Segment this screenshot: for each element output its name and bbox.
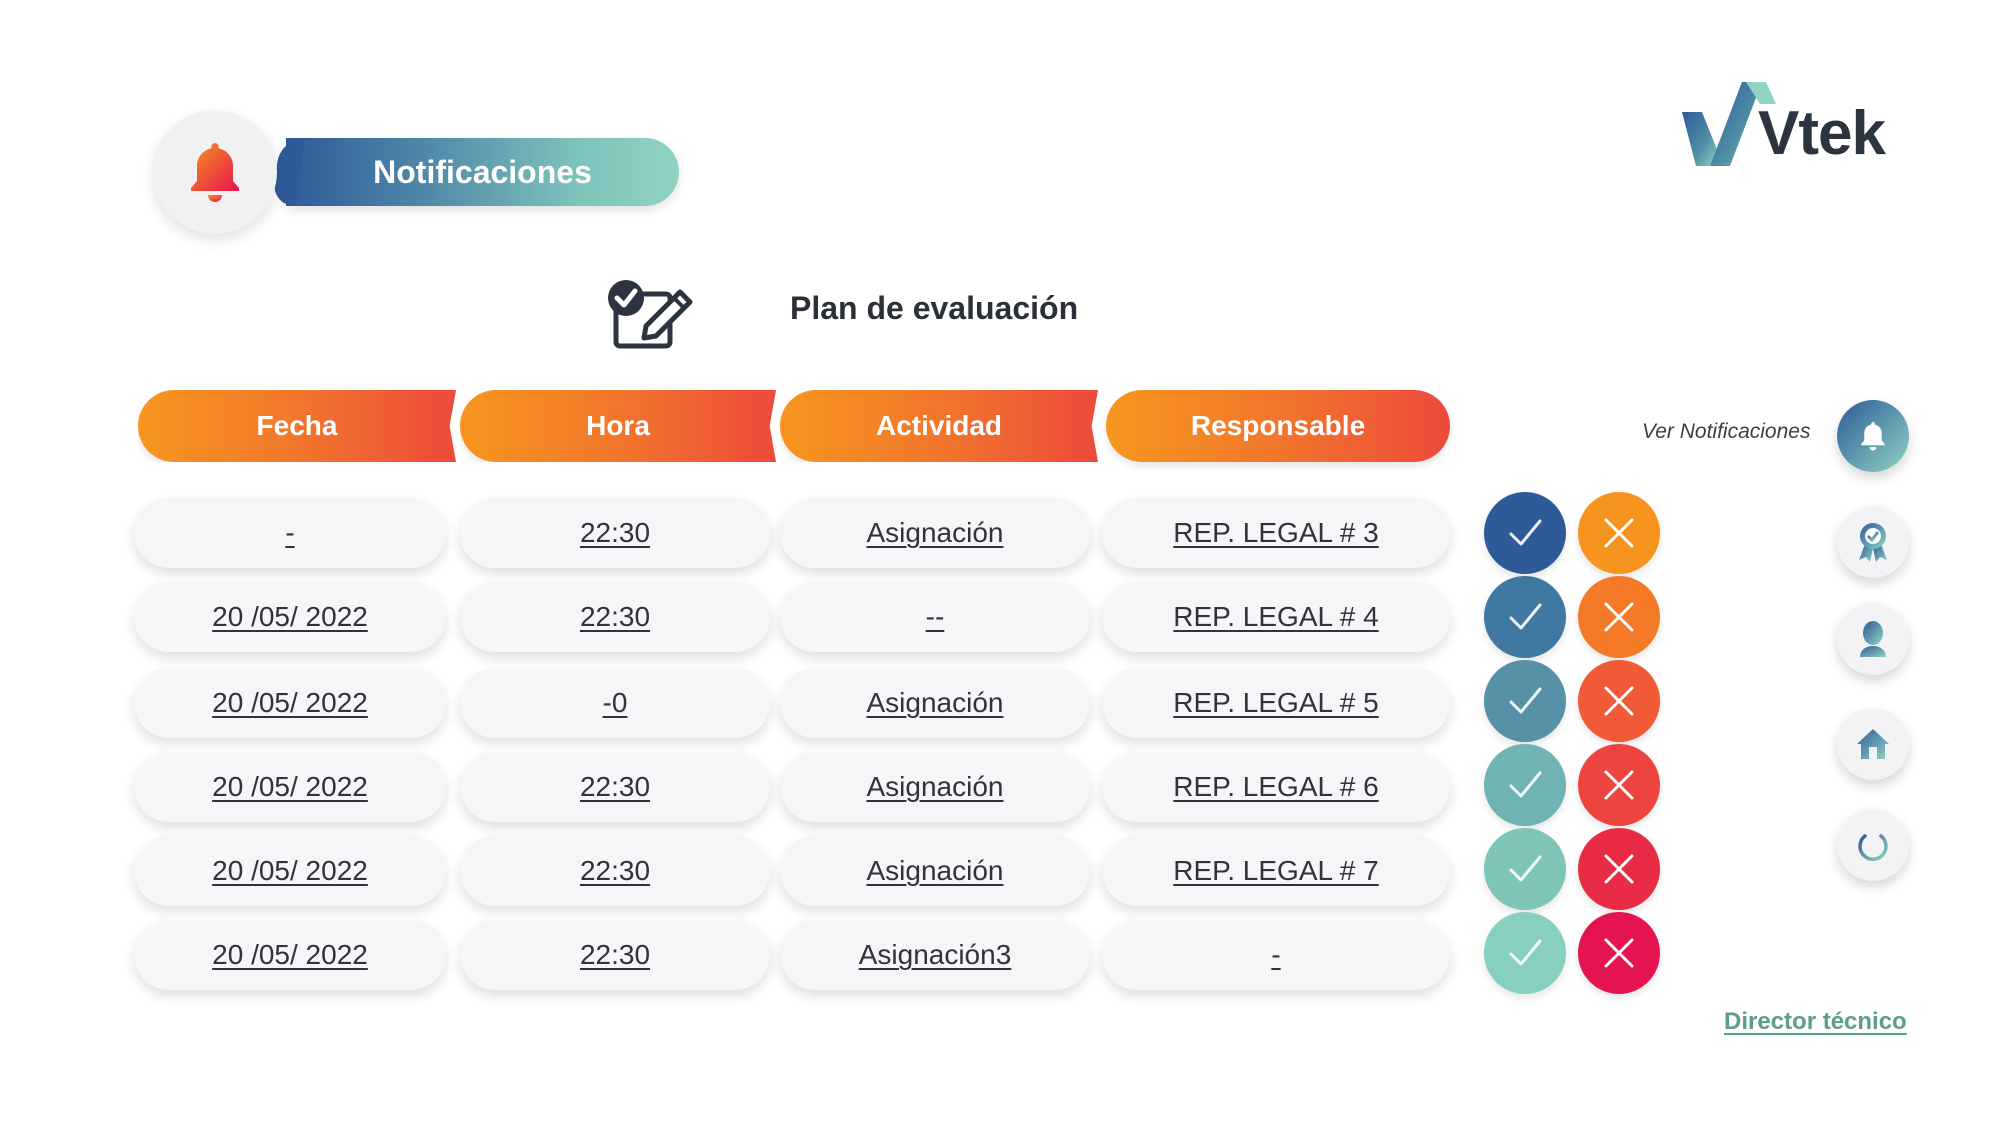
power-icon	[1858, 828, 1888, 861]
cell-fecha[interactable]: 20 /05/ 2022	[134, 920, 446, 990]
bell-icon	[1861, 421, 1885, 451]
cell-hora[interactable]: 22:30	[460, 582, 770, 652]
cell-fecha[interactable]: 20 /05/ 2022	[134, 582, 446, 652]
approve-button[interactable]	[1484, 492, 1566, 574]
page-title-text: Notificaciones	[373, 153, 592, 190]
director-tecnico-link[interactable]: Director técnico	[1724, 1008, 1907, 1036]
cell-responsable[interactable]: REP. LEGAL # 3	[1102, 498, 1450, 568]
cell-actividad[interactable]: Asignación	[780, 498, 1090, 568]
cell-actividad[interactable]: Asignación	[780, 668, 1090, 738]
reject-button[interactable]	[1578, 660, 1660, 742]
notifications-bell-badge	[153, 110, 277, 234]
close-icon	[1604, 770, 1634, 800]
cell-actividad[interactable]: Asignación	[780, 836, 1090, 906]
logo-text: Vtek	[1758, 99, 1886, 168]
cell-responsable[interactable]: REP. LEGAL # 4	[1102, 582, 1450, 652]
cell-responsable[interactable]: -	[1102, 920, 1450, 990]
cell-responsable[interactable]: REP. LEGAL # 6	[1102, 752, 1450, 822]
cell-actividad[interactable]: --	[780, 582, 1090, 652]
approve-button[interactable]	[1484, 828, 1566, 910]
column-header-actividad[interactable]: Actividad	[780, 390, 1098, 462]
check-icon	[1509, 771, 1542, 798]
cell-responsable[interactable]: REP. LEGAL # 7	[1102, 836, 1450, 906]
reject-button[interactable]	[1578, 828, 1660, 910]
awards-button[interactable]	[1837, 506, 1909, 578]
bell-icon	[191, 143, 239, 202]
cell-hora[interactable]: 22:30	[460, 920, 770, 990]
column-header-hora[interactable]: Hora	[460, 390, 776, 462]
cell-actividad[interactable]: Asignación3	[780, 920, 1090, 990]
close-icon	[1604, 602, 1634, 632]
logout-button[interactable]	[1837, 809, 1909, 881]
check-icon	[1509, 519, 1542, 546]
approve-button[interactable]	[1484, 576, 1566, 658]
reject-button[interactable]	[1578, 492, 1660, 574]
cell-hora[interactable]: -0	[460, 668, 770, 738]
profile-button[interactable]	[1837, 603, 1909, 675]
approve-button[interactable]	[1484, 660, 1566, 742]
cell-actividad[interactable]: Asignación	[780, 752, 1090, 822]
check-icon	[1509, 939, 1542, 966]
view-notifications-label: Ver Notificaciones	[1642, 420, 1811, 443]
close-icon	[1604, 518, 1634, 548]
section-title: Plan de evaluación	[790, 290, 1079, 326]
cell-fecha[interactable]: -	[134, 498, 446, 568]
column-header-fecha[interactable]: Fecha	[138, 390, 456, 462]
reject-button[interactable]	[1578, 912, 1660, 994]
award-icon	[1859, 523, 1887, 562]
page-title: Notificaciones	[286, 138, 679, 206]
reject-button[interactable]	[1578, 744, 1660, 826]
check-icon	[1509, 603, 1542, 630]
user-icon	[1860, 621, 1886, 657]
close-icon	[1604, 854, 1634, 884]
checklist-edit-icon	[608, 280, 693, 349]
cell-fecha[interactable]: 20 /05/ 2022	[134, 752, 446, 822]
column-header-responsable[interactable]: Responsable	[1106, 390, 1450, 462]
cell-hora[interactable]: 22:30	[460, 498, 770, 568]
approve-button[interactable]	[1484, 912, 1566, 994]
cell-hora[interactable]: 22:30	[460, 836, 770, 906]
cell-hora[interactable]: 22:30	[460, 752, 770, 822]
cell-responsable[interactable]: REP. LEGAL # 5	[1102, 668, 1450, 738]
close-icon	[1604, 938, 1634, 968]
home-button[interactable]	[1837, 708, 1909, 780]
check-icon	[1509, 687, 1542, 714]
view-notifications-button[interactable]	[1837, 400, 1909, 472]
check-icon	[1509, 855, 1542, 882]
home-icon	[1857, 729, 1889, 759]
close-icon	[1604, 686, 1634, 716]
cell-fecha[interactable]: 20 /05/ 2022	[134, 668, 446, 738]
cell-fecha[interactable]: 20 /05/ 2022	[134, 836, 446, 906]
reject-button[interactable]	[1578, 576, 1660, 658]
approve-button[interactable]	[1484, 744, 1566, 826]
